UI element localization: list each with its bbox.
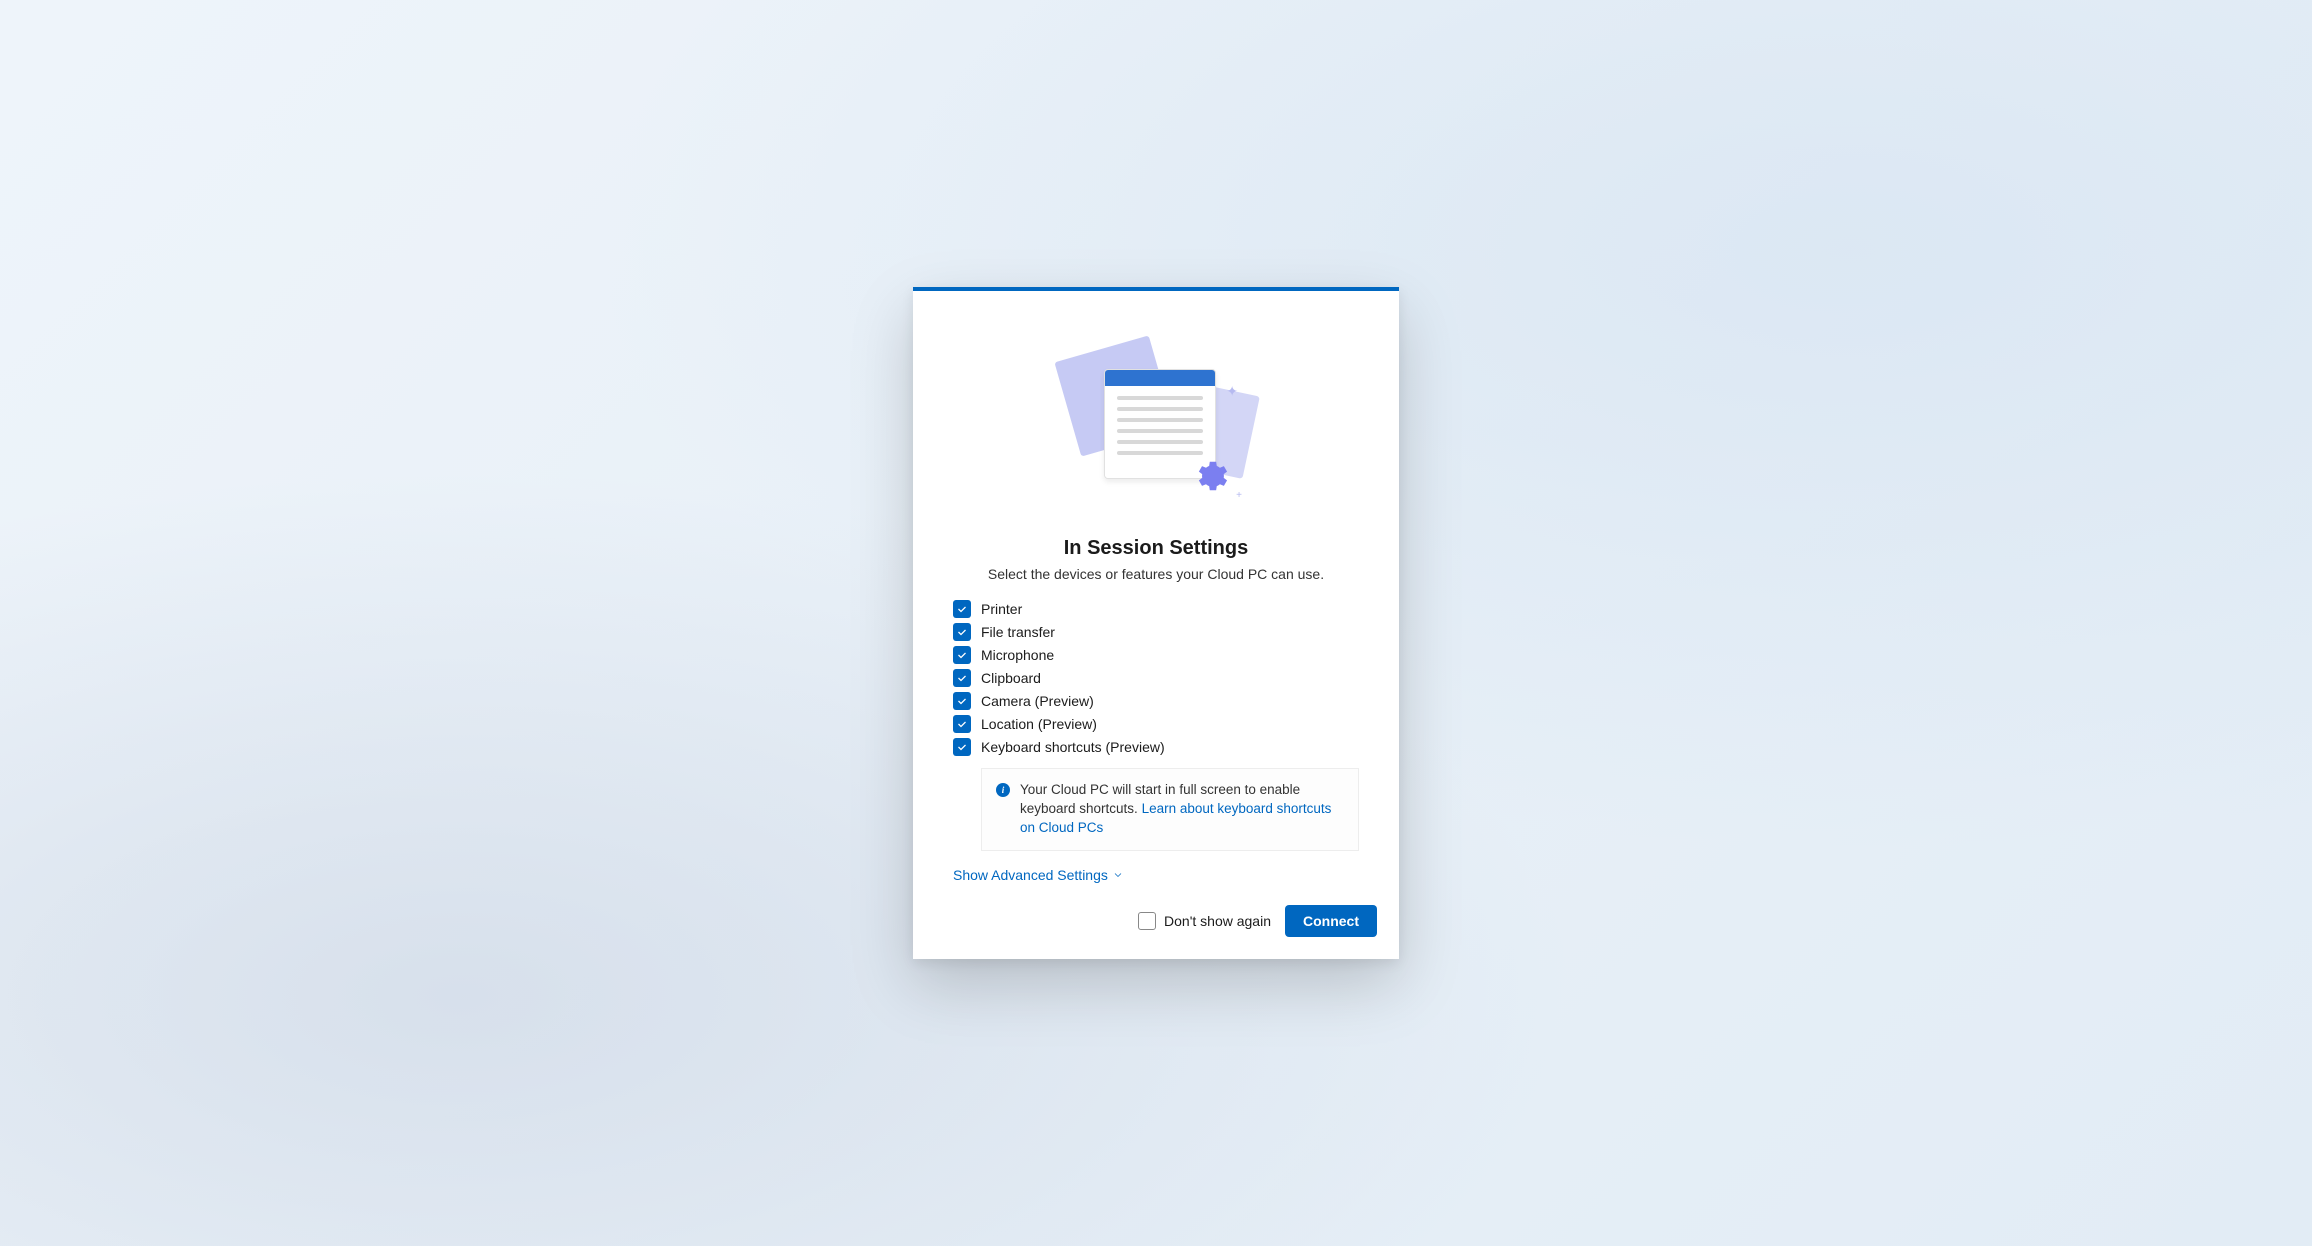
option-label: Camera (Preview) bbox=[981, 693, 1094, 709]
dialog-title: In Session Settings bbox=[953, 537, 1359, 560]
sparkle-icon: ✦ bbox=[1226, 383, 1238, 400]
checkbox-icon bbox=[1138, 912, 1156, 930]
dialog-subtitle: Select the devices or features your Clou… bbox=[953, 566, 1359, 582]
info-box: i Your Cloud PC will start in full scree… bbox=[981, 768, 1359, 851]
dialog-heading: In Session Settings Select the devices o… bbox=[913, 537, 1399, 582]
chevron-down-icon bbox=[1112, 869, 1124, 881]
checkbox-icon bbox=[953, 646, 971, 664]
checkbox-icon bbox=[953, 600, 971, 618]
option-label: Microphone bbox=[981, 647, 1054, 663]
option-row[interactable]: Microphone bbox=[953, 646, 1359, 664]
in-session-settings-dialog: ✦ + In Session Settings Select the devic… bbox=[913, 287, 1399, 959]
checkbox-icon bbox=[953, 692, 971, 710]
option-row[interactable]: Keyboard shortcuts (Preview) bbox=[953, 738, 1359, 756]
option-label: Location (Preview) bbox=[981, 716, 1097, 732]
option-row[interactable]: Clipboard bbox=[953, 669, 1359, 687]
options-list: Printer File transfer Microphone Clipboard C… bbox=[913, 582, 1399, 756]
gear-icon bbox=[1190, 457, 1228, 495]
option-label: Printer bbox=[981, 601, 1022, 617]
checkbox-icon bbox=[953, 669, 971, 687]
option-row[interactable]: Printer bbox=[953, 600, 1359, 618]
option-label: Keyboard shortcuts (Preview) bbox=[981, 739, 1165, 755]
illustration-container: ✦ + bbox=[913, 291, 1399, 537]
checkbox-icon bbox=[953, 715, 971, 733]
connect-button[interactable]: Connect bbox=[1285, 905, 1377, 937]
option-row[interactable]: File transfer bbox=[953, 623, 1359, 641]
sparkle-icon: + bbox=[1236, 490, 1242, 501]
settings-illustration: ✦ + bbox=[1046, 339, 1266, 519]
dont-show-again-checkbox[interactable]: Don't show again bbox=[1138, 912, 1271, 930]
option-label: File transfer bbox=[981, 624, 1055, 640]
info-text: Your Cloud PC will start in full screen … bbox=[1020, 781, 1342, 838]
show-advanced-settings-button[interactable]: Show Advanced Settings bbox=[953, 867, 1124, 883]
dialog-footer: Don't show again Connect bbox=[913, 883, 1399, 937]
checkbox-icon bbox=[953, 738, 971, 756]
info-icon: i bbox=[996, 783, 1010, 797]
option-row[interactable]: Location (Preview) bbox=[953, 715, 1359, 733]
checkbox-icon bbox=[953, 623, 971, 641]
option-label: Clipboard bbox=[981, 670, 1041, 686]
option-row[interactable]: Camera (Preview) bbox=[953, 692, 1359, 710]
